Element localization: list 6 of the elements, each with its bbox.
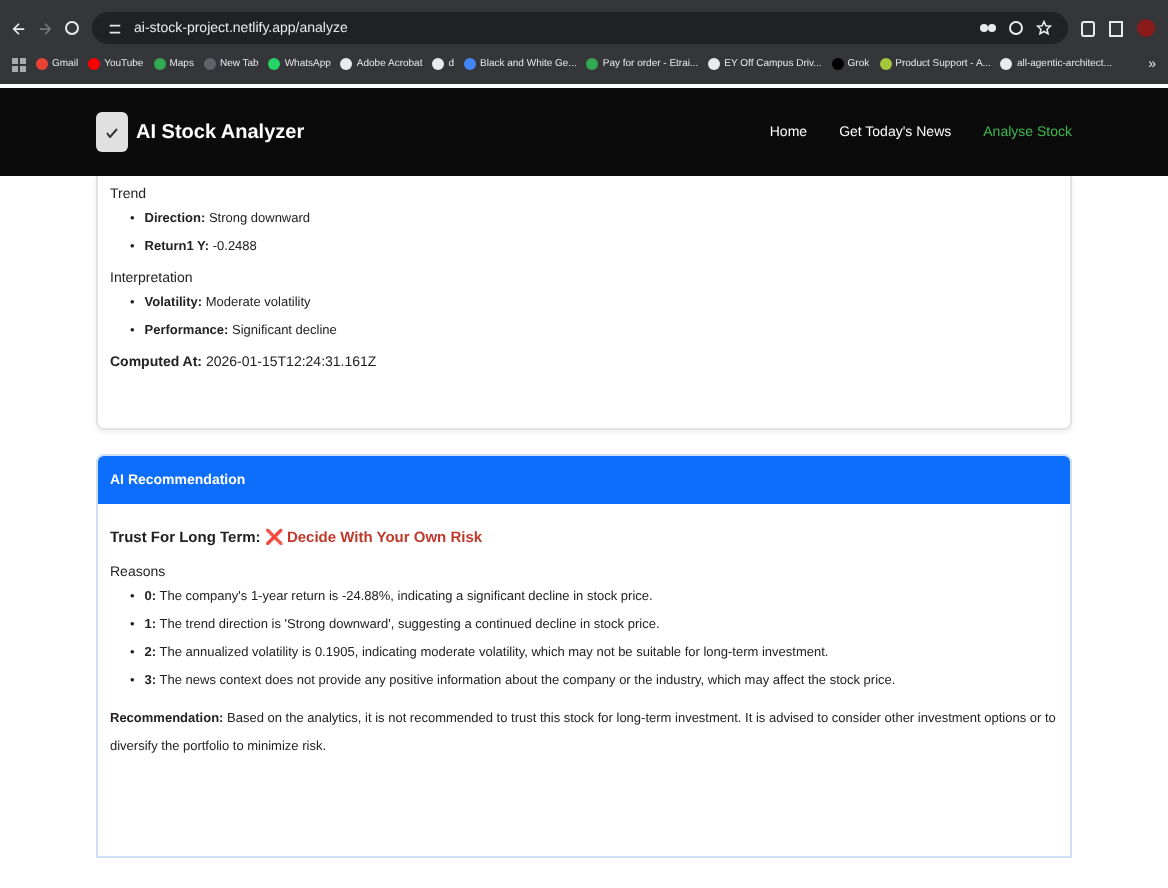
logo-icon <box>96 112 128 152</box>
back-icon[interactable] <box>12 21 26 35</box>
forward-icon[interactable] <box>38 21 52 35</box>
brand-title[interactable]: AI Stock Analyzer <box>136 121 738 143</box>
tune-icon <box>108 21 122 35</box>
star-icon[interactable] <box>1036 20 1052 36</box>
